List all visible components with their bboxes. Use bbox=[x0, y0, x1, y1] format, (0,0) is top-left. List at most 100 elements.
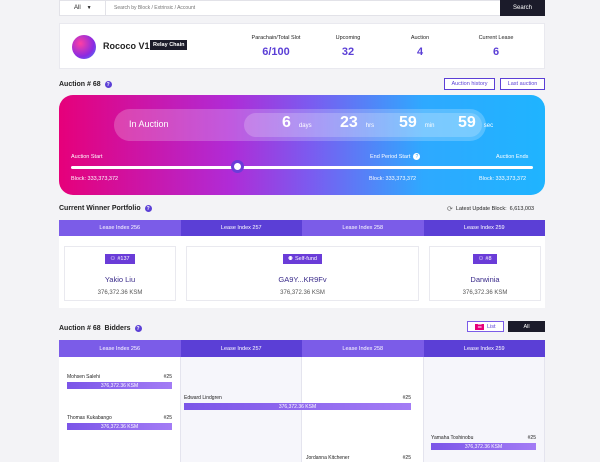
progress-slider-handle[interactable] bbox=[230, 160, 244, 173]
countdown-hours: 23 hrs bbox=[340, 114, 374, 132]
stat-value: 6 bbox=[492, 46, 500, 58]
bidder-entry[interactable]: Edward Lindgren #25 376,372.36 KSM bbox=[184, 395, 411, 410]
bid-amount-bar: 376,372.36 KSM bbox=[67, 423, 172, 430]
caret-down-icon: ▼ bbox=[86, 5, 92, 11]
stat-upcoming: Upcoming 32 bbox=[308, 35, 388, 58]
winner-card[interactable]: ⚉ Self-fund GA9Y...KR9Fv 376,372.36 KSM bbox=[186, 246, 419, 301]
tab-lease-257[interactable]: Lease Index 257 bbox=[180, 220, 302, 236]
countdown-unit: min bbox=[424, 123, 435, 129]
countdown-minutes: 59 min bbox=[399, 114, 434, 132]
stat-label: Upcoming bbox=[335, 35, 361, 41]
auction-history-button[interactable]: Auction history bbox=[444, 78, 495, 90]
chain-card: Rococo V1 Relay Chain Parachain/Total Sl… bbox=[59, 23, 545, 69]
scope-select-value: All bbox=[74, 5, 81, 11]
countdown-unit: hrs bbox=[365, 123, 375, 129]
latest-update-label: Latest Update Block: bbox=[455, 206, 507, 212]
bidders-title: Auction # 68 Bidders ? bbox=[59, 325, 142, 332]
bidder-rank: #25 bbox=[527, 435, 536, 441]
stat-value: 4 bbox=[416, 46, 424, 58]
bidder-entry[interactable]: Thomas Kukabango #25 376,372.36 KSM bbox=[67, 415, 172, 430]
winner-amount: 376,372.36 KSM bbox=[462, 290, 508, 296]
help-icon[interactable]: ? bbox=[144, 205, 152, 212]
stat-label: Parachain/Total Slot bbox=[251, 35, 301, 41]
tab-lease-259[interactable]: Lease Index 259 bbox=[423, 220, 545, 236]
stat-value: 6/100 bbox=[262, 46, 290, 58]
chain-logo bbox=[72, 35, 96, 59]
bidder-rank: #25 bbox=[163, 374, 172, 380]
bidder-entry[interactable]: Mohsen Salehi #25 376,372.36 KSM bbox=[67, 374, 172, 389]
help-icon[interactable]: ? bbox=[104, 81, 112, 88]
winner-amount: 376,372.36 KSM bbox=[97, 290, 143, 296]
bidder-name: Edward Lindgren bbox=[184, 395, 222, 401]
countdown-value: 6 bbox=[282, 114, 291, 131]
auction-ends-label: Auction Ends bbox=[496, 154, 529, 160]
all-toggle[interactable]: All bbox=[508, 321, 545, 332]
auction-title: Auction # 68 ? bbox=[59, 81, 112, 88]
tab-lease-256[interactable]: Lease Index 256 bbox=[59, 220, 181, 236]
tab-lease-257[interactable]: Lease Index 257 bbox=[180, 340, 302, 357]
end-period-start: End Period Start ? bbox=[370, 153, 421, 160]
tab-lease-258[interactable]: Lease Index 258 bbox=[302, 340, 424, 357]
latest-update: ⟳ Latest Update Block: 6,613,003 bbox=[447, 205, 534, 213]
bidder-rank: #25 bbox=[402, 455, 411, 461]
portfolio-title: Current Winner Portfolio ? bbox=[59, 205, 152, 212]
start-block: Block: 333,373,372 bbox=[71, 176, 119, 182]
help-icon[interactable]: ? bbox=[134, 325, 142, 332]
portfolio-lease-tabs: Lease Index 256 Lease Index 257 Lease In… bbox=[59, 220, 545, 236]
chain-name: Rococo V1 bbox=[103, 41, 150, 51]
people-icon: ⚇ bbox=[110, 256, 116, 262]
winner-name: Darwinia bbox=[470, 275, 500, 284]
countdown-unit: days bbox=[298, 123, 312, 129]
winner-badge: ⚉ Self-fund bbox=[283, 254, 322, 264]
list-icon: ☰ bbox=[475, 323, 484, 330]
search-input[interactable] bbox=[106, 1, 544, 15]
winner-amount: 376,372.36 KSM bbox=[280, 290, 325, 296]
refresh-icon[interactable]: ⟳ bbox=[447, 205, 453, 213]
list-toggle-label: List bbox=[486, 323, 496, 330]
bidder-entry[interactable]: Yamaha Toshinobu #25 376,372.36 KSM bbox=[431, 435, 536, 450]
people-icon: ⚇ bbox=[478, 256, 484, 262]
help-icon[interactable]: ? bbox=[413, 153, 421, 160]
countdown-pill: In Auction 6 days 23 hrs 59 min 59 sec bbox=[114, 109, 493, 141]
winner-card[interactable]: ⚇ #137 Yakio Liu 376,372.36 KSM bbox=[64, 246, 176, 301]
bidders-lease-tabs: Lease Index 256 Lease Index 257 Lease In… bbox=[59, 340, 545, 357]
countdown-days: 6 days bbox=[282, 114, 312, 132]
stat-auction: Auction 4 bbox=[380, 35, 460, 58]
auction-start-label: Auction Start bbox=[71, 154, 103, 160]
auction-status: In Auction bbox=[129, 119, 169, 129]
bid-amount-bar: 376,372.36 KSM bbox=[67, 382, 172, 389]
tab-lease-259[interactable]: Lease Index 259 bbox=[423, 340, 545, 357]
stat-parachain: Parachain/Total Slot 6/100 bbox=[236, 35, 316, 58]
bidder-rank: #25 bbox=[402, 395, 411, 401]
bidder-entry[interactable]: Jordanna Kitchener #25 bbox=[306, 455, 411, 461]
stat-current-lease: Current Lease 6 bbox=[456, 35, 536, 58]
winner-badge-text: #8 bbox=[485, 256, 492, 262]
bidder-rank: #25 bbox=[163, 415, 172, 421]
countdown-unit: sec bbox=[483, 123, 494, 129]
auction-panel: In Auction 6 days 23 hrs 59 min 59 sec A… bbox=[59, 95, 545, 195]
bidder-column bbox=[59, 357, 181, 462]
winner-name: Yakio Liu bbox=[104, 275, 136, 284]
end-period-label: End Period Start bbox=[370, 153, 411, 160]
bidder-name: Thomas Kukabango bbox=[67, 415, 112, 421]
tab-lease-258[interactable]: Lease Index 258 bbox=[302, 220, 424, 236]
last-auction-button[interactable]: Last auction bbox=[500, 78, 545, 90]
tab-lease-256[interactable]: Lease Index 256 bbox=[59, 340, 181, 357]
winner-badge-text: Self-fund bbox=[294, 256, 317, 262]
bid-amount-bar: 376,372.36 KSM bbox=[431, 443, 536, 450]
winner-name: GA9Y...KR9Fv bbox=[278, 275, 327, 284]
stat-label: Current Lease bbox=[478, 35, 514, 41]
stat-label: Auction bbox=[410, 35, 430, 41]
bidder-name: Mohsen Salehi bbox=[67, 374, 101, 380]
search-button[interactable]: Search bbox=[500, 0, 545, 16]
stat-value: 32 bbox=[341, 46, 355, 58]
person-icon: ⚉ bbox=[288, 256, 293, 262]
winner-card[interactable]: ⚇ #8 Darwinia 376,372.36 KSM bbox=[429, 246, 541, 301]
scope-select[interactable]: All ▼ bbox=[60, 1, 106, 15]
bid-amount-bar: 376,372.36 KSM bbox=[184, 403, 411, 410]
chain-tag: Relay Chain bbox=[150, 40, 188, 50]
list-toggle[interactable]: ☰ List bbox=[467, 321, 504, 332]
ends-block: Block: 333,373,372 bbox=[479, 176, 527, 182]
winner-badge-text: #137 bbox=[117, 256, 130, 262]
winner-badge: ⚇ #137 bbox=[105, 254, 135, 264]
